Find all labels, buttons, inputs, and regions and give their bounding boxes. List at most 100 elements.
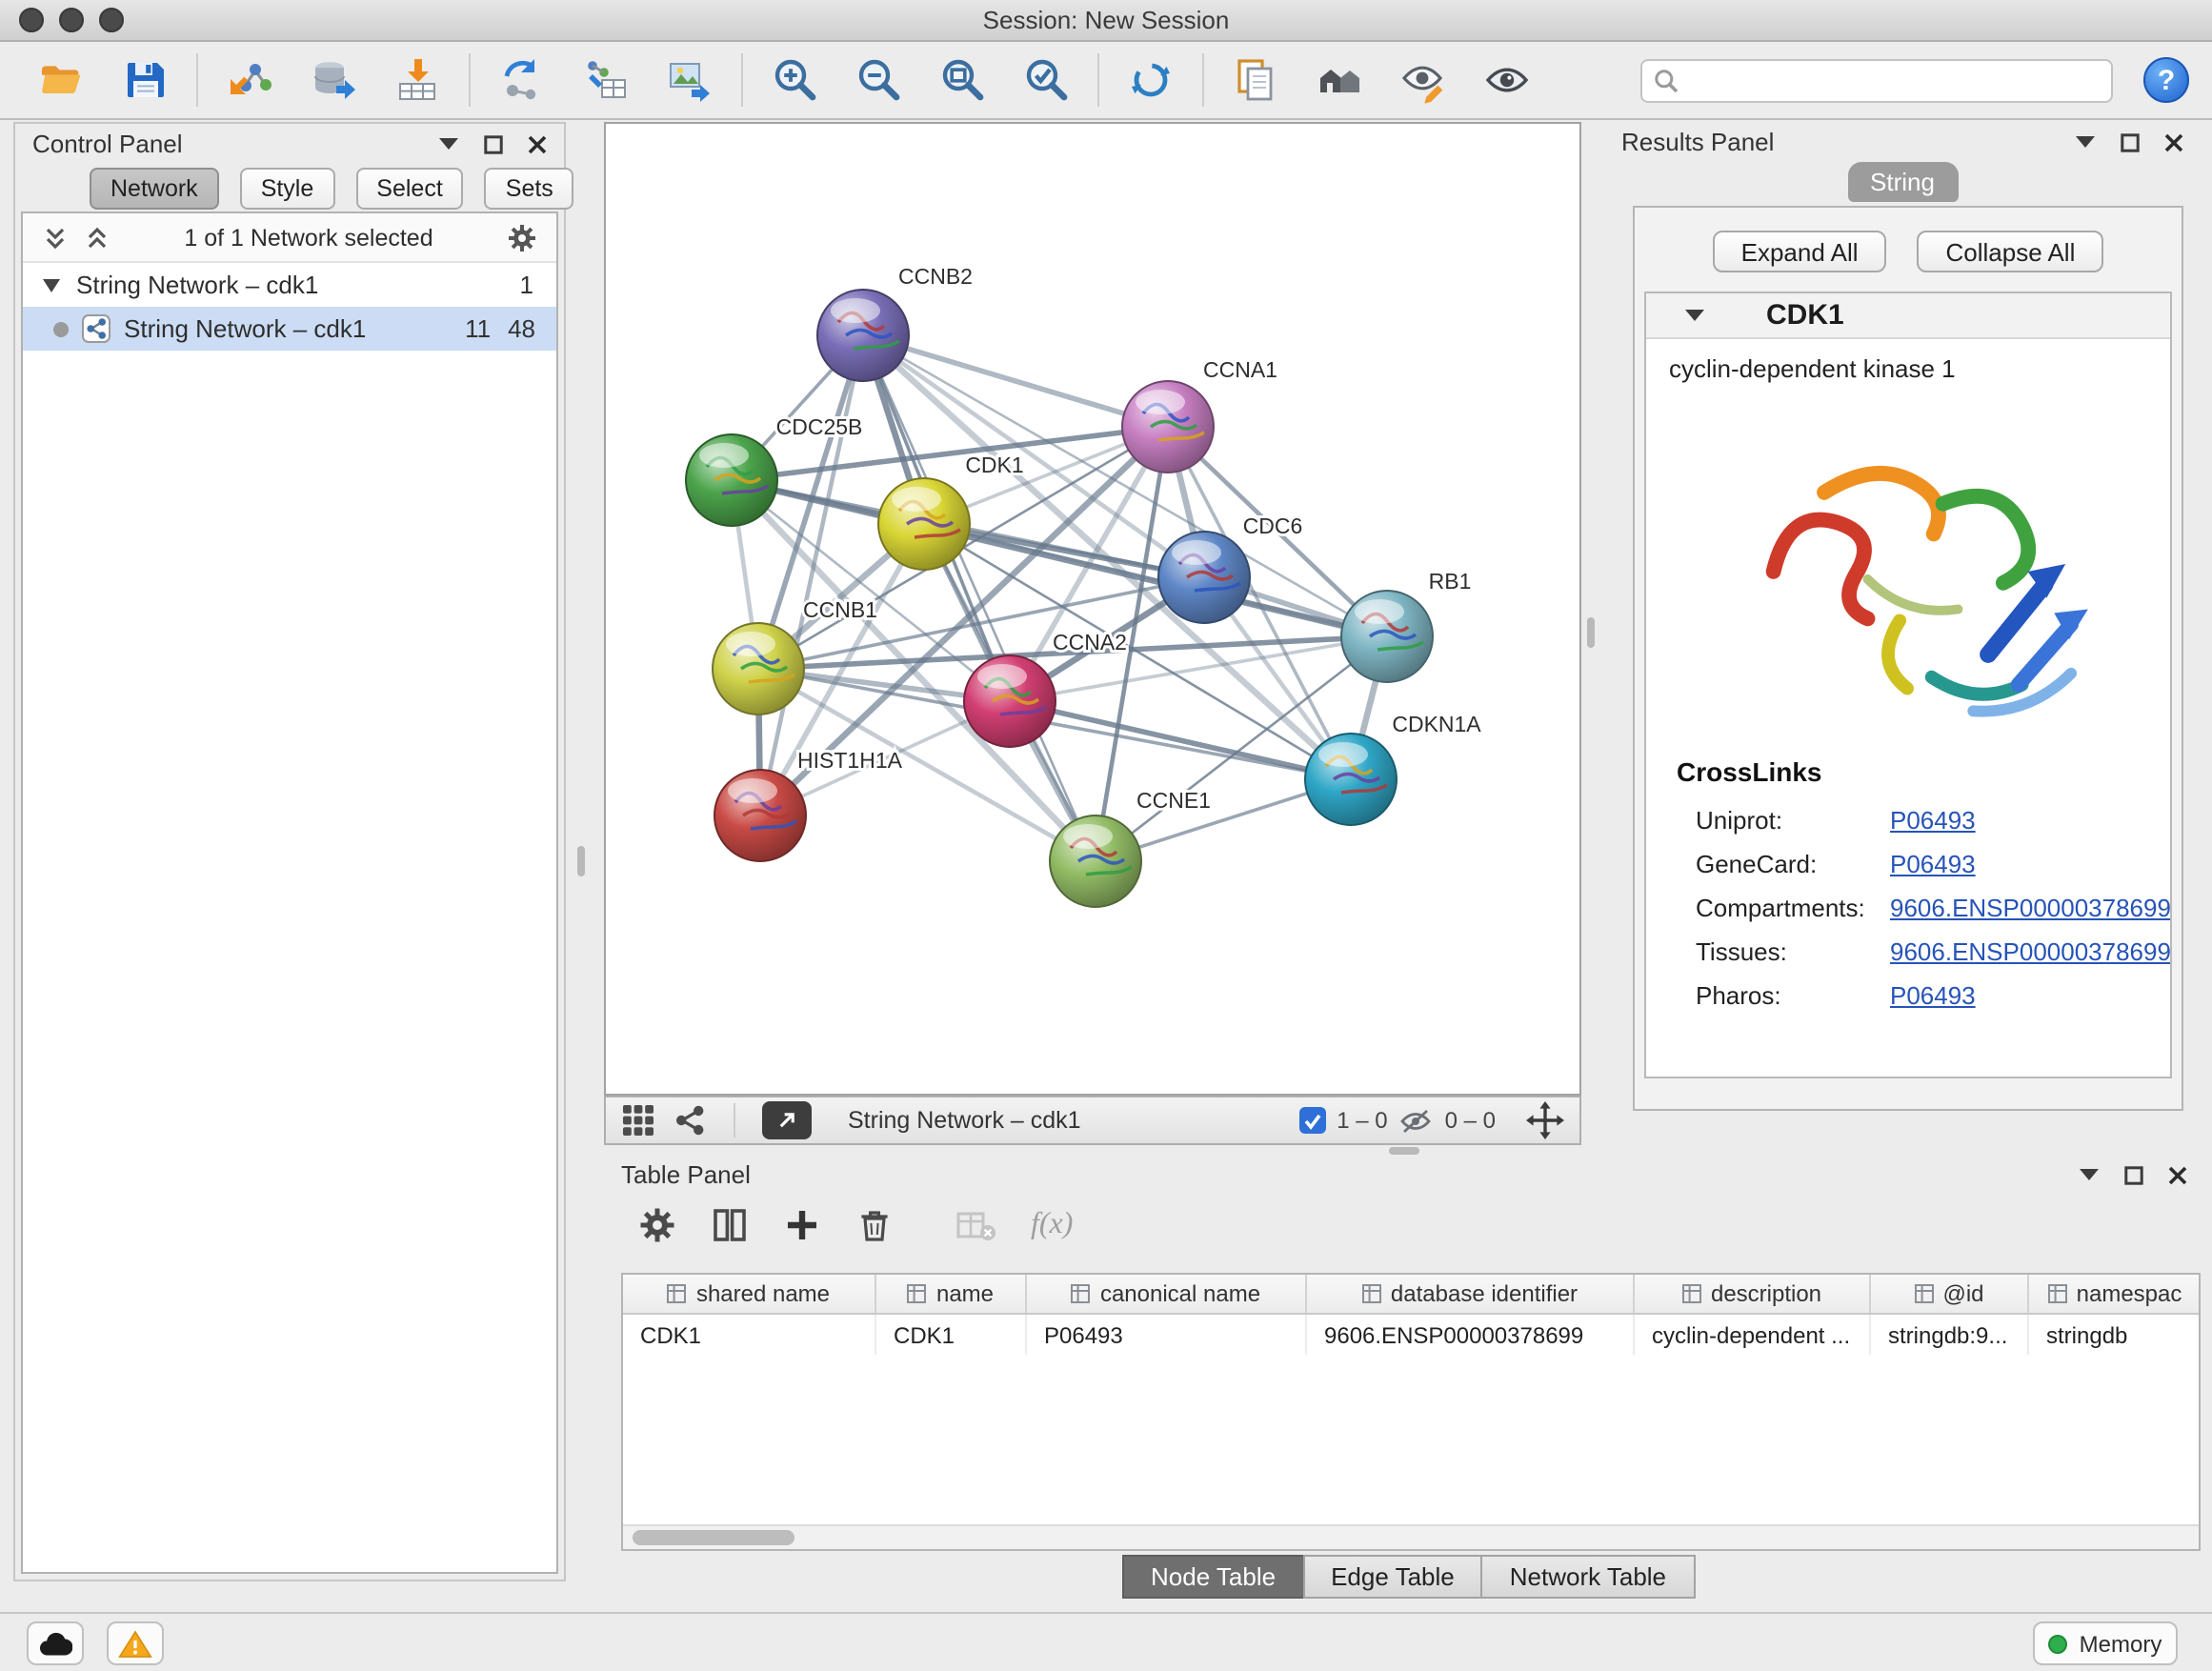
column-header-description[interactable]: description <box>1635 1275 1871 1313</box>
export-network-button[interactable] <box>480 48 564 112</box>
gear-icon[interactable] <box>507 222 537 252</box>
vertical-splitter-handle[interactable] <box>577 846 585 876</box>
home-button[interactable] <box>1297 48 1381 112</box>
function-builder-button[interactable]: f(x) <box>1031 1208 1073 1242</box>
network-node-CCNE1[interactable]: CCNE1 <box>1050 788 1211 907</box>
import-database-button[interactable] <box>292 48 375 112</box>
vertical-splitter-handle[interactable] <box>1587 617 1595 648</box>
network-graph[interactable]: CCNB2CCNA1CDC25BCDK1CDC6RB1CCNB1CCNA2CDK… <box>606 124 1579 1094</box>
crosslink-link[interactable]: P06493 <box>1890 850 1976 878</box>
open-in-string-button[interactable] <box>762 1101 812 1139</box>
show-hide-button[interactable] <box>1465 48 1549 112</box>
close-panel-icon[interactable] <box>2164 132 2183 151</box>
network-node-HIST1H1A[interactable]: HIST1H1A <box>714 748 903 861</box>
import-table-button[interactable] <box>375 48 459 112</box>
network-node-CDK1[interactable]: CDK1 <box>878 453 1024 570</box>
memory-label: Memory <box>2080 1630 2162 1657</box>
network-view-title: String Network – cdk1 <box>848 1107 1081 1134</box>
tab-string[interactable]: String <box>1847 162 1958 202</box>
save-session-button[interactable] <box>103 48 187 112</box>
network-edge[interactable] <box>863 335 1096 861</box>
table-cell[interactable]: CDK1 <box>623 1315 876 1355</box>
import-network-button[interactable] <box>208 48 292 112</box>
network-node-CDKN1A[interactable]: CDKN1A <box>1305 712 1481 825</box>
help-button[interactable]: ? <box>2143 57 2189 103</box>
zoom-fit-button[interactable] <box>920 48 1004 112</box>
hidden-items-eye-icon[interactable] <box>1399 1106 1434 1135</box>
annotation-mode-button[interactable] <box>1381 48 1465 112</box>
open-session-button[interactable] <box>19 48 103 112</box>
column-header--id[interactable]: @id <box>1871 1275 2029 1313</box>
column-header-shared-name[interactable]: shared name <box>623 1275 876 1313</box>
collapse-card-caret-icon[interactable] <box>1684 309 1705 322</box>
disclosure-triangle-icon[interactable] <box>42 277 61 292</box>
cloud-status-button[interactable] <box>27 1621 84 1665</box>
table-cell[interactable]: stringdb <box>2029 1315 2201 1355</box>
tab-network-table[interactable]: Network Table <box>1481 1555 1695 1599</box>
panel-menu-caret-icon[interactable] <box>438 137 459 151</box>
panel-menu-caret-icon[interactable] <box>2075 135 2096 149</box>
tab-select[interactable]: Select <box>355 168 464 210</box>
tab-style[interactable]: Style <box>240 168 335 210</box>
warnings-button[interactable] <box>107 1621 164 1665</box>
zoom-in-button[interactable] <box>753 48 836 112</box>
crosslink-link[interactable]: 9606.ENSP00000378699 <box>1890 937 2171 966</box>
table-settings-gear-icon[interactable] <box>638 1206 676 1244</box>
network-node-RB1[interactable]: RB1 <box>1341 569 1471 682</box>
horizontal-scrollbar[interactable] <box>623 1524 2199 1549</box>
crosslink-link[interactable]: 9606.ENSP00000378699 <box>1890 894 2171 922</box>
panel-menu-caret-icon[interactable] <box>2079 1168 2100 1181</box>
column-header-namespac[interactable]: namespac <box>2029 1275 2201 1313</box>
network-node-CCNA1[interactable]: CCNA1 <box>1122 357 1277 473</box>
clone-network-button[interactable] <box>1214 48 1297 112</box>
table-cell[interactable]: P06493 <box>1027 1315 1307 1355</box>
scrollbar-thumb[interactable] <box>633 1530 794 1545</box>
close-panel-icon[interactable] <box>528 134 547 153</box>
table-row[interactable]: CDK1CDK1P064939606.ENSP00000378699cyclin… <box>623 1315 2199 1355</box>
expand-all-icon[interactable] <box>84 224 111 251</box>
zoom-out-button[interactable] <box>836 48 920 112</box>
expand-all-button[interactable]: Expand All <box>1713 231 1887 272</box>
delete-column-icon[interactable] <box>855 1206 894 1244</box>
tab-node-table[interactable]: Node Table <box>1122 1555 1304 1599</box>
export-table-button[interactable] <box>564 48 648 112</box>
protein-card-header[interactable]: CDK1 <box>1646 293 2170 339</box>
crosslink-link[interactable]: P06493 <box>1890 981 1976 1010</box>
table-cell[interactable]: cyclin-dependent ... <box>1635 1315 1871 1355</box>
network-edge[interactable] <box>760 335 863 815</box>
zoom-selected-button[interactable] <box>1004 48 1088 112</box>
move-crosshair-icon[interactable] <box>1526 1101 1564 1139</box>
tab-network[interactable]: Network <box>90 168 219 210</box>
birds-eye-grid-icon[interactable] <box>621 1103 655 1137</box>
column-header-canonical-name[interactable]: canonical name <box>1027 1275 1307 1313</box>
table-cell[interactable]: 9606.ENSP00000378699 <box>1307 1315 1635 1355</box>
network-row-selected[interactable]: String Network – cdk1 11 48 <box>23 307 556 351</box>
network-collection-row[interactable]: String Network – cdk1 1 <box>23 263 556 307</box>
network-node-CDC6[interactable]: CDC6 <box>1158 513 1302 623</box>
table-cell[interactable]: stringdb:9... <box>1871 1315 2029 1355</box>
float-panel-icon[interactable] <box>484 134 503 153</box>
search-input[interactable] <box>1688 67 2100 93</box>
float-panel-icon[interactable] <box>2121 132 2140 151</box>
close-panel-icon[interactable] <box>2168 1165 2187 1184</box>
float-panel-icon[interactable] <box>2124 1165 2143 1184</box>
tab-sets[interactable]: Sets <box>485 168 574 210</box>
crosslink-link[interactable]: P06493 <box>1890 806 1976 835</box>
column-header-name[interactable]: name <box>876 1275 1027 1313</box>
search-box[interactable] <box>1640 58 2113 102</box>
selected-items-checkbox[interactable] <box>1298 1107 1325 1134</box>
network-canvas[interactable]: CCNB2CCNA1CDC25BCDK1CDC6RB1CCNB1CCNA2CDK… <box>604 122 1581 1096</box>
refresh-button[interactable] <box>1109 48 1193 112</box>
horizontal-splitter-handle[interactable] <box>1389 1147 1419 1155</box>
share-network-icon[interactable] <box>673 1103 707 1137</box>
export-image-button[interactable] <box>648 48 732 112</box>
show-columns-icon[interactable] <box>711 1206 749 1244</box>
add-column-icon[interactable] <box>783 1206 821 1244</box>
collapse-all-button[interactable]: Collapse All <box>1918 231 2104 272</box>
tab-edge-table[interactable]: Edge Table <box>1302 1555 1483 1599</box>
collapse-all-icon[interactable] <box>42 224 69 251</box>
column-header-database-identifier[interactable]: database identifier <box>1307 1275 1635 1313</box>
memory-button[interactable]: Memory <box>2033 1621 2178 1665</box>
table-cell[interactable]: CDK1 <box>876 1315 1027 1355</box>
network-edge[interactable] <box>1010 701 1351 779</box>
